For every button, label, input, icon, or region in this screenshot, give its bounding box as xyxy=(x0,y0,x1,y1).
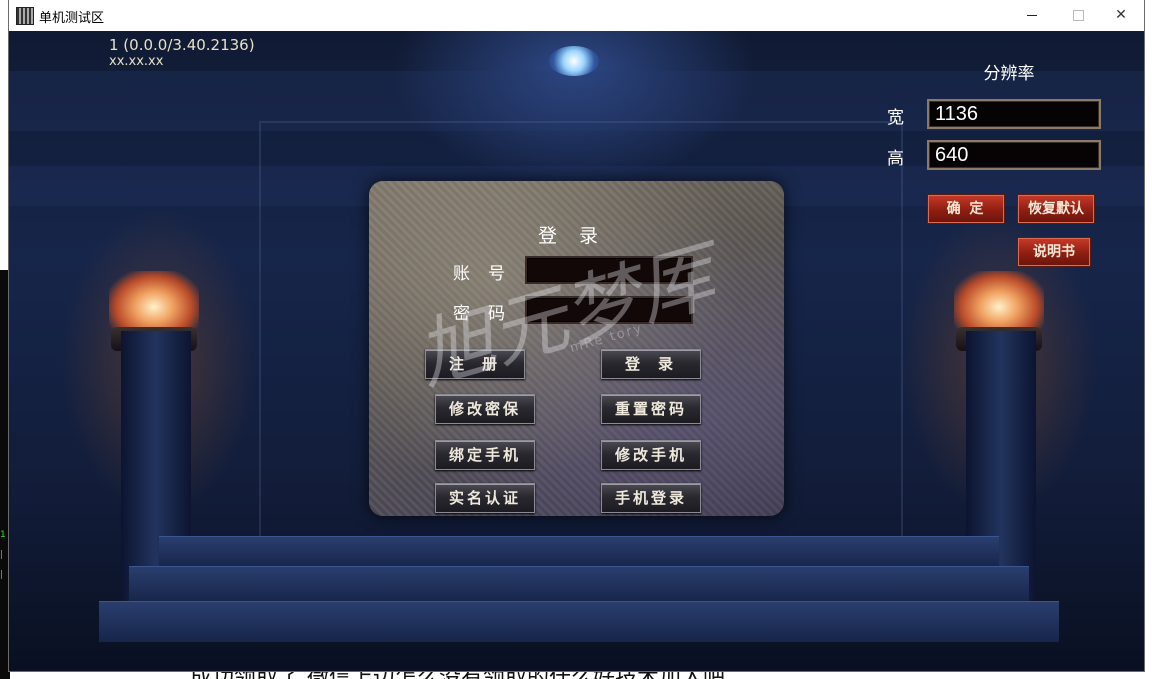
close-icon: ✕ xyxy=(1115,7,1127,23)
resolution-title: 分辨率 xyxy=(983,64,1035,84)
right-lamp xyxy=(954,271,1044,331)
stair-step xyxy=(99,601,1059,642)
width-label: 宽 xyxy=(887,108,904,128)
phone-login-button[interactable]: 手机登录 xyxy=(601,483,701,513)
maximize-icon xyxy=(1072,9,1084,21)
register-button[interactable]: 注册 xyxy=(425,349,525,379)
password-input[interactable] xyxy=(525,296,693,324)
change-security-button[interactable]: 修改密保 xyxy=(435,394,535,424)
stair-step xyxy=(159,536,999,567)
version-text: 1 (0.0.0/3.40.2136) xyxy=(109,36,255,54)
window-title: 单机测试区 xyxy=(39,11,105,26)
ip-text: xx.xx.xx xyxy=(109,54,164,69)
login-button[interactable]: 登录 xyxy=(601,349,701,379)
height-label: 高 xyxy=(887,149,904,169)
account-label: 账号 xyxy=(453,264,523,284)
confirm-button[interactable]: 确 定 xyxy=(927,194,1005,224)
password-label: 密码 xyxy=(453,304,523,324)
width-input[interactable]: 1136 xyxy=(927,99,1101,129)
restore-default-button[interactable]: 恢复默认 xyxy=(1017,194,1095,224)
stair-step xyxy=(129,566,1029,602)
left-lamp xyxy=(109,271,199,331)
manual-button[interactable]: 说明书 xyxy=(1017,237,1091,267)
login-title: 登录 xyxy=(537,225,620,247)
close-button[interactable]: ✕ xyxy=(1098,0,1144,31)
app-icon xyxy=(16,7,34,25)
change-phone-button[interactable]: 修改手机 xyxy=(601,440,701,470)
game-scene: 1 (0.0.0/3.40.2136) xx.xx.xx 分辨率 宽 1136 … xyxy=(9,31,1144,671)
minimize-button[interactable] xyxy=(1009,0,1055,31)
bind-phone-button[interactable]: 绑定手机 xyxy=(435,440,535,470)
glowing-orb xyxy=(549,46,599,76)
maximize-button[interactable] xyxy=(1055,0,1101,31)
real-name-button[interactable]: 实名认证 xyxy=(435,483,535,513)
minimize-icon xyxy=(1027,14,1037,16)
account-input[interactable] xyxy=(525,256,693,284)
title-bar: 单机测试区 ✕ xyxy=(9,0,1144,32)
game-window: 单机测试区 ✕ 1 (0.0.0/3.40.2136) xx.xx.xx 分辨率… xyxy=(9,0,1144,671)
height-input[interactable]: 640 xyxy=(927,140,1101,170)
reset-password-button[interactable]: 重置密码 xyxy=(601,394,701,424)
